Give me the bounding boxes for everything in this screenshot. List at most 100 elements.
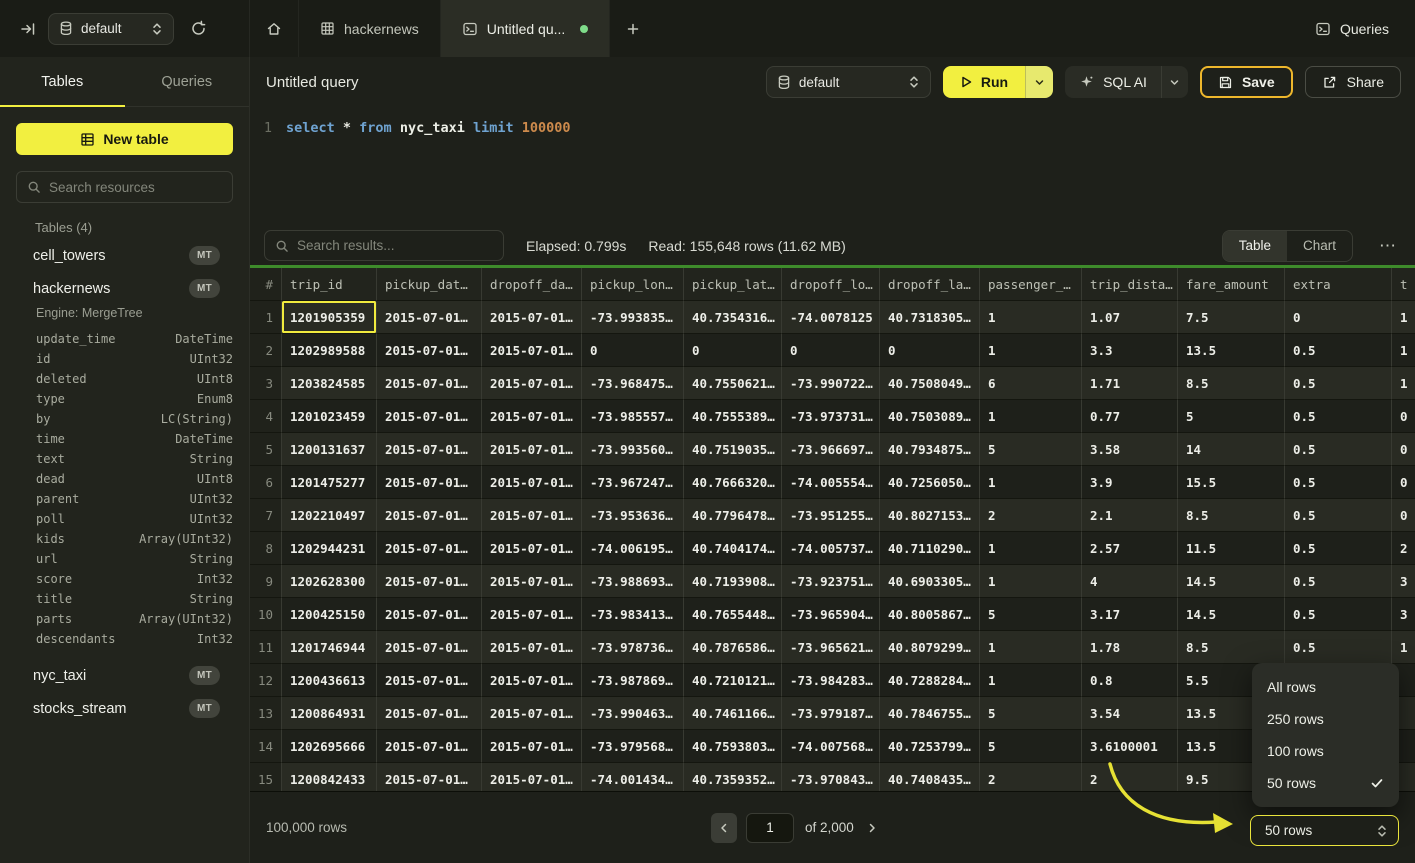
run-options-button[interactable] bbox=[1025, 66, 1053, 98]
column-header-#[interactable]: # bbox=[250, 268, 282, 301]
data-cell[interactable]: 40.7288284… bbox=[880, 664, 980, 697]
data-cell[interactable]: 2 bbox=[1082, 763, 1178, 791]
data-cell[interactable]: 2 bbox=[1392, 532, 1415, 565]
data-cell[interactable]: 40.7519035… bbox=[684, 433, 782, 466]
data-cell[interactable]: -73.993560… bbox=[582, 433, 684, 466]
queries-button[interactable]: Queries bbox=[1289, 0, 1415, 57]
data-cell[interactable]: 1 bbox=[1392, 631, 1415, 664]
data-cell[interactable]: 1 bbox=[1392, 301, 1415, 334]
data-cell[interactable]: 1201475277 bbox=[282, 466, 377, 499]
column-header-pickup_lon…[interactable]: pickup_lon… bbox=[582, 268, 684, 301]
data-cell[interactable]: 2015-07-01… bbox=[377, 565, 482, 598]
sql-code-line[interactable]: select * from nyc_taxi limit 100000 bbox=[272, 120, 571, 226]
data-cell[interactable]: 2015-07-01… bbox=[482, 565, 582, 598]
data-cell[interactable]: 14.5 bbox=[1178, 565, 1285, 598]
row-number-cell[interactable]: 7 bbox=[250, 499, 282, 532]
data-cell[interactable]: 3.9 bbox=[1082, 466, 1178, 499]
data-cell[interactable]: 4 bbox=[1082, 565, 1178, 598]
data-cell[interactable]: 40.6903305… bbox=[880, 565, 980, 598]
page-input[interactable] bbox=[746, 813, 794, 843]
data-cell[interactable]: -73.965904… bbox=[782, 598, 880, 631]
data-cell[interactable]: 0 bbox=[1392, 433, 1415, 466]
data-cell[interactable]: 1.78 bbox=[1082, 631, 1178, 664]
column-header-pickup_dat…[interactable]: pickup_dat… bbox=[377, 268, 482, 301]
data-cell[interactable]: 14.5 bbox=[1178, 598, 1285, 631]
data-cell[interactable]: 0.5 bbox=[1285, 334, 1392, 367]
page-size-option-100-rows[interactable]: 100 rows bbox=[1252, 735, 1399, 767]
data-cell[interactable]: 0.5 bbox=[1285, 565, 1392, 598]
data-cell[interactable]: 0.5 bbox=[1285, 532, 1392, 565]
data-cell[interactable]: 1203824585 bbox=[282, 367, 377, 400]
data-cell[interactable]: 7.5 bbox=[1178, 301, 1285, 334]
data-cell[interactable]: 3.54 bbox=[1082, 697, 1178, 730]
share-button[interactable]: Share bbox=[1305, 66, 1401, 98]
data-cell[interactable]: 2 bbox=[980, 763, 1082, 791]
data-cell[interactable]: 0 bbox=[1392, 499, 1415, 532]
page-size-option-all-rows[interactable]: All rows bbox=[1252, 671, 1399, 703]
data-cell[interactable]: 3.6100001 bbox=[1082, 730, 1178, 763]
row-number-cell[interactable]: 9 bbox=[250, 565, 282, 598]
data-cell[interactable]: 40.7408435… bbox=[880, 763, 980, 791]
data-cell[interactable]: 40.7934875… bbox=[880, 433, 980, 466]
data-cell[interactable]: 2015-07-01… bbox=[482, 367, 582, 400]
data-cell[interactable]: 2015-07-01… bbox=[377, 664, 482, 697]
data-cell[interactable]: -73.979187… bbox=[782, 697, 880, 730]
data-cell[interactable]: 40.7256050… bbox=[880, 466, 980, 499]
row-number-cell[interactable]: 4 bbox=[250, 400, 282, 433]
data-cell[interactable]: 40.7550621… bbox=[684, 367, 782, 400]
row-number-cell[interactable]: 6 bbox=[250, 466, 282, 499]
data-cell[interactable]: 3.58 bbox=[1082, 433, 1178, 466]
page-size-option-250-rows[interactable]: 250 rows bbox=[1252, 703, 1399, 735]
data-cell[interactable]: -73.979568… bbox=[582, 730, 684, 763]
data-cell[interactable]: 0 bbox=[1285, 301, 1392, 334]
data-cell[interactable]: 2015-07-01… bbox=[482, 532, 582, 565]
sidebar-table-cell_towers[interactable]: cell_towersMT bbox=[0, 239, 249, 272]
row-number-cell[interactable]: 10 bbox=[250, 598, 282, 631]
data-cell[interactable]: 0.5 bbox=[1285, 400, 1392, 433]
data-cell[interactable]: 3 bbox=[1392, 598, 1415, 631]
data-cell[interactable]: 40.7666320… bbox=[684, 466, 782, 499]
page-size-select[interactable]: 50 rows bbox=[1250, 815, 1399, 846]
data-cell[interactable]: 40.7503089… bbox=[880, 400, 980, 433]
data-cell[interactable]: 1202944231 bbox=[282, 532, 377, 565]
data-cell[interactable]: 5 bbox=[1178, 400, 1285, 433]
data-cell[interactable]: -73.968475… bbox=[582, 367, 684, 400]
view-table-tab[interactable]: Table bbox=[1223, 231, 1287, 261]
tab-untitled-query[interactable]: Untitled qu... bbox=[441, 0, 611, 57]
row-number-cell[interactable]: 15 bbox=[250, 763, 282, 791]
data-cell[interactable]: 2015-07-01… bbox=[377, 697, 482, 730]
data-cell[interactable]: 1201023459 bbox=[282, 400, 377, 433]
data-cell[interactable]: 5 bbox=[980, 433, 1082, 466]
sql-editor[interactable]: 1 select * from nyc_taxi limit 100000 bbox=[250, 107, 1415, 226]
data-cell[interactable]: -73.953636… bbox=[582, 499, 684, 532]
data-cell[interactable]: 40.7876586… bbox=[684, 631, 782, 664]
data-cell[interactable]: -74.005737… bbox=[782, 532, 880, 565]
data-cell[interactable]: 2015-07-01… bbox=[482, 664, 582, 697]
data-cell[interactable]: 2015-07-01… bbox=[482, 301, 582, 334]
data-cell[interactable]: 0 bbox=[582, 334, 684, 367]
data-cell[interactable]: 1200425150 bbox=[282, 598, 377, 631]
data-cell[interactable]: 1 bbox=[980, 565, 1082, 598]
data-cell[interactable]: 8.5 bbox=[1178, 367, 1285, 400]
sidebar-table-nyc_taxi[interactable]: nyc_taxiMT bbox=[0, 659, 249, 692]
collapse-sidebar-icon[interactable] bbox=[20, 21, 36, 37]
database-selector[interactable]: default bbox=[48, 13, 174, 45]
data-cell[interactable]: 2015-07-01… bbox=[482, 334, 582, 367]
data-cell[interactable]: 2015-07-01… bbox=[482, 400, 582, 433]
data-cell[interactable]: 13.5 bbox=[1178, 334, 1285, 367]
data-cell[interactable]: -74.007568… bbox=[782, 730, 880, 763]
data-cell[interactable]: -74.006195… bbox=[582, 532, 684, 565]
data-cell[interactable]: 40.7593803… bbox=[684, 730, 782, 763]
data-cell[interactable]: 2015-07-01… bbox=[482, 697, 582, 730]
data-cell[interactable]: -73.984283… bbox=[782, 664, 880, 697]
data-cell[interactable]: 2.1 bbox=[1082, 499, 1178, 532]
tab-home[interactable] bbox=[250, 0, 299, 57]
column-header-extra[interactable]: extra bbox=[1285, 268, 1392, 301]
new-tab-button[interactable] bbox=[610, 0, 656, 57]
data-cell[interactable]: 40.7461166… bbox=[684, 697, 782, 730]
data-cell[interactable]: 40.8079299… bbox=[880, 631, 980, 664]
data-cell[interactable]: -73.967247… bbox=[582, 466, 684, 499]
run-button[interactable]: Run bbox=[943, 66, 1025, 98]
data-cell[interactable]: -74.001434… bbox=[582, 763, 684, 791]
data-cell[interactable]: 2015-07-01… bbox=[482, 631, 582, 664]
